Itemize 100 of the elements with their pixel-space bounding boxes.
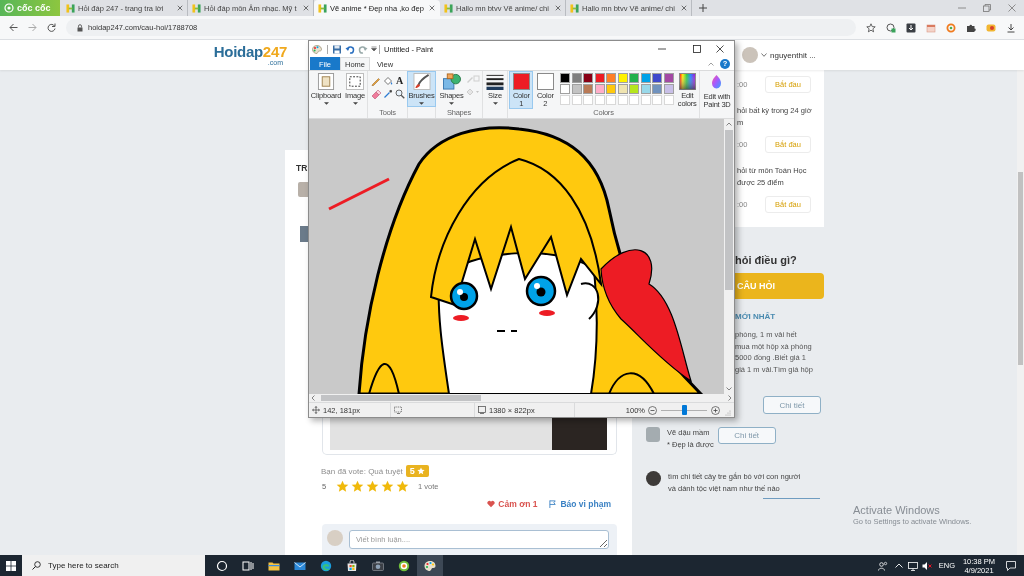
close-icon[interactable]: [177, 5, 183, 11]
star-icon[interactable]: [366, 480, 379, 493]
download-icon[interactable]: [1006, 22, 1016, 33]
star-icon[interactable]: [351, 480, 364, 493]
taskbar-search-field[interactable]: Type here to search: [22, 555, 205, 576]
swatch-icon[interactable]: [640, 73, 651, 83]
swatch-icon[interactable]: [663, 84, 674, 94]
shopping-bag-icon: [346, 559, 358, 572]
network-icon[interactable]: [907, 560, 918, 571]
zoom-in-icon[interactable]: [711, 405, 720, 415]
undo-icon[interactable]: [345, 44, 355, 54]
notification-icon[interactable]: [1006, 560, 1016, 571]
move-cursor-icon: [312, 406, 320, 414]
extension-tile-icon[interactable]: [986, 22, 996, 33]
color-picker-icon[interactable]: [382, 89, 393, 99]
swatch-icon[interactable]: [560, 73, 571, 83]
swatch-icon[interactable]: [571, 73, 582, 83]
avatar-photo: [327, 530, 343, 546]
download-box-icon[interactable]: [906, 22, 916, 33]
lock-icon: [77, 23, 83, 32]
swatch-icon[interactable]: [617, 84, 628, 94]
vertical-scrollbar[interactable]: [724, 119, 734, 394]
chevron-down-icon[interactable]: [726, 387, 732, 391]
swatch-icon[interactable]: [594, 84, 605, 94]
favicon-icon: [192, 3, 201, 13]
swatch-icon[interactable]: [663, 73, 674, 83]
swatch-icon[interactable]: [629, 73, 640, 83]
cartoon-girl-drawing[interactable]: [309, 119, 724, 394]
restore-icon[interactable]: [983, 4, 991, 12]
shapes-icon: [441, 73, 462, 90]
swatch-icon[interactable]: [652, 73, 663, 83]
photo-placeholder: [300, 226, 308, 242]
swatch-icon[interactable]: [560, 84, 571, 94]
avatar-photo[interactable]: [742, 47, 758, 63]
user-name[interactable]: nguyenthit ...: [770, 50, 816, 60]
text-tool-button[interactable]: A: [394, 76, 405, 86]
caret-icon[interactable]: [761, 53, 767, 57]
caret-icon: [449, 101, 454, 105]
avatar-photo: [646, 427, 660, 442]
windows-logo-icon[interactable]: [6, 560, 16, 571]
chevron-right-icon[interactable]: [728, 395, 732, 401]
swatch-icon[interactable]: [652, 84, 663, 94]
star-icon[interactable]: [381, 480, 394, 493]
swatch-icon[interactable]: [617, 73, 628, 83]
close-icon[interactable]: [555, 5, 561, 11]
swatch-icon[interactable]: [571, 84, 582, 94]
speaker-muted-icon[interactable]: [921, 560, 932, 571]
zoom-out-icon[interactable]: [648, 405, 657, 415]
caret-icon: [323, 101, 329, 105]
forward-arrow-icon[interactable]: [28, 23, 37, 32]
magnifier-icon[interactable]: [394, 89, 405, 99]
favicon-icon: [570, 3, 579, 13]
maximize-icon[interactable]: [693, 45, 701, 53]
heart-icon: [487, 500, 496, 508]
star-icon[interactable]: [866, 22, 876, 33]
horizontal-scrollbar[interactable]: [309, 394, 734, 402]
reload-icon[interactable]: [47, 23, 56, 32]
star-icon[interactable]: [396, 480, 409, 493]
back-arrow-icon[interactable]: [9, 23, 18, 32]
star-rating[interactable]: [336, 480, 409, 493]
close-icon[interactable]: [303, 5, 309, 11]
avatar-photo: [298, 182, 308, 197]
eraser-icon[interactable]: [370, 89, 381, 99]
puzzle-icon[interactable]: [966, 22, 976, 33]
caret-icon: [419, 101, 424, 105]
minimize-icon[interactable]: [658, 45, 666, 53]
slider-thumb[interactable]: [681, 405, 687, 415]
close-icon[interactable]: [681, 5, 687, 11]
site-logo[interactable]: Hoidap247: [213, 43, 287, 59]
swatch-icon[interactable]: [640, 84, 651, 94]
calendar-icon[interactable]: [926, 22, 936, 33]
save-icon[interactable]: [332, 44, 342, 54]
caret-icon: [492, 101, 498, 105]
taskbar-app-button[interactable]: [417, 555, 443, 576]
swatch-icon[interactable]: [629, 84, 640, 94]
search-icon: [32, 561, 41, 570]
extension-icon[interactable]: [886, 22, 896, 33]
swatch-icon[interactable]: [583, 84, 594, 94]
vertical-scrollbar[interactable]: [1017, 70, 1024, 555]
palette-icon: [424, 559, 436, 572]
close-icon[interactable]: [429, 5, 435, 11]
plus-icon[interactable]: [699, 4, 707, 12]
camera-icon: [372, 559, 384, 572]
swatch-icon[interactable]: [606, 84, 617, 94]
thanks-button[interactable]: Cảm ơn 1: [487, 498, 538, 510]
report-button[interactable]: Báo vi phạm: [549, 498, 611, 510]
swatch-icon[interactable]: [606, 73, 617, 83]
clipboard-icon: [316, 73, 336, 90]
chevron-left-icon[interactable]: [311, 395, 315, 401]
ring-icon[interactable]: [946, 22, 956, 33]
swatch-icon[interactable]: [594, 73, 605, 83]
pencil-icon[interactable]: [370, 76, 381, 86]
close-icon[interactable]: [716, 45, 724, 53]
star-icon[interactable]: [336, 480, 349, 493]
palette-icon[interactable]: [312, 44, 322, 54]
activation-title: Activate Windows: [853, 503, 941, 517]
swatch-icon[interactable]: [583, 73, 594, 83]
caret-icon[interactable]: [371, 46, 377, 52]
swirl-icon: [320, 559, 332, 572]
people-icon[interactable]: [877, 560, 888, 571]
